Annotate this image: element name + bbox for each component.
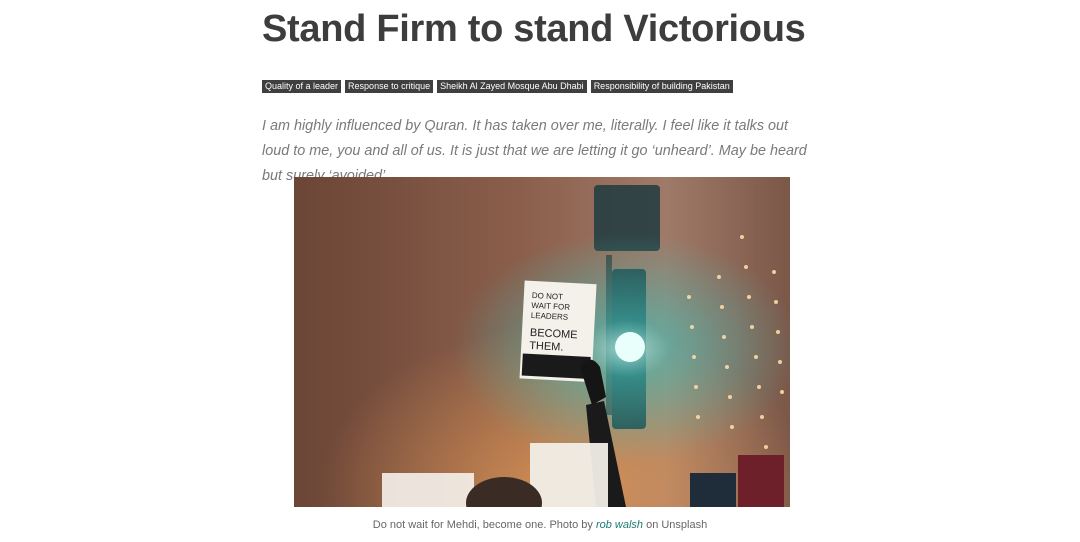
tag-response-to-critique[interactable]: Response to critique [345,80,434,93]
svg-text:BECOME: BECOME [530,327,578,341]
svg-text:THEM.: THEM. [529,340,564,354]
caption-source: on Unsplash [643,519,708,531]
tag-responsibility-of-building-pakistan[interactable]: Responsibility of building Pakistan [590,80,733,93]
page-title: Stand Firm to stand Victorious [262,8,806,50]
photo-author-link[interactable]: rob walsh [596,519,643,531]
image-caption: Do not wait for Mehdi, become one. Photo… [262,519,818,531]
caption-text: Do not wait for Mehdi, become one. Photo… [372,519,596,531]
svg-text:DO NOT: DO NOT [532,291,564,302]
featured-image: DO NOT WAIT FOR LEADERS BECOME THEM. [294,177,790,507]
tag-quality-of-a-leader[interactable]: Quality of a leader [262,80,342,93]
tag-list: Quality of a leader Response to critique… [262,80,733,93]
tag-sheikh-al-zayed-mosque[interactable]: Sheikh Al Zayed Mosque Abu Dhabi [437,80,587,93]
protest-photo: DO NOT WAIT FOR LEADERS BECOME THEM. [294,177,790,507]
